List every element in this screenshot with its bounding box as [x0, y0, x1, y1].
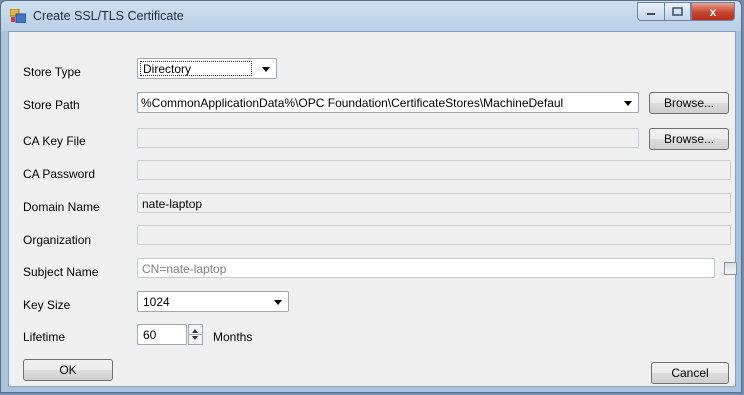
maximize-button[interactable]: [664, 2, 691, 21]
dialog-body: Store Type Directory Store Path %CommonA…: [8, 31, 737, 387]
lifetime-label: Lifetime: [23, 330, 66, 344]
spin-up-icon[interactable]: [192, 329, 198, 333]
domain-name-label: Domain Name: [23, 200, 100, 214]
spin-down-icon[interactable]: [192, 336, 198, 340]
close-icon: x: [709, 4, 717, 19]
lifetime-value: 60: [143, 328, 157, 342]
lifetime-spinner[interactable]: [188, 324, 203, 345]
organization-field[interactable]: [137, 225, 731, 245]
store-type-label: Store Type: [23, 65, 81, 79]
organization-label: Organization: [23, 233, 92, 247]
chevron-down-icon: [624, 101, 632, 106]
certificate-app-icon: [10, 9, 26, 23]
subject-name-value: CN=nate-laptop: [142, 262, 227, 276]
key-size-dropdown[interactable]: 1024: [137, 291, 289, 312]
subject-name-checkbox[interactable]: [724, 262, 737, 275]
chevron-down-icon: [274, 300, 282, 305]
close-button[interactable]: x: [691, 2, 735, 21]
minimize-button[interactable]: [637, 2, 664, 21]
ca-password-label: CA Password: [23, 167, 96, 181]
minimize-icon: [647, 12, 655, 15]
lifetime-input[interactable]: 60: [137, 324, 187, 345]
key-size-label: Key Size: [23, 298, 71, 312]
domain-name-value: nate-laptop: [142, 197, 203, 211]
store-type-dropdown[interactable]: Directory: [137, 58, 277, 79]
ca-key-file-browse-button[interactable]: Browse...: [649, 128, 729, 150]
lifetime-unit: Months: [213, 330, 253, 344]
ca-key-file-label: CA Key File: [23, 134, 86, 148]
subject-name-label: Subject Name: [23, 265, 99, 279]
chevron-down-icon: [262, 67, 270, 72]
maximize-icon: [672, 7, 683, 16]
dialog-window: Create SSL/TLS Certificate x Store Type …: [0, 0, 742, 393]
domain-name-field[interactable]: nate-laptop: [137, 193, 731, 213]
window-title: Create SSL/TLS Certificate: [33, 9, 184, 23]
store-path-browse-button[interactable]: Browse...: [649, 92, 729, 114]
subject-name-field[interactable]: CN=nate-laptop: [137, 258, 715, 278]
store-type-value: Directory: [143, 62, 192, 76]
title-bar[interactable]: Create SSL/TLS Certificate x: [1, 1, 741, 31]
store-path-value: %CommonApplicationData%\OPC Foundation\C…: [141, 96, 564, 110]
ca-key-file-field[interactable]: [137, 128, 639, 148]
ca-password-field[interactable]: [137, 160, 731, 180]
key-size-value: 1024: [143, 295, 170, 309]
ok-button[interactable]: OK: [23, 359, 113, 381]
cancel-button[interactable]: Cancel: [651, 362, 729, 384]
store-path-dropdown[interactable]: %CommonApplicationData%\OPC Foundation\C…: [137, 92, 639, 113]
store-path-label: Store Path: [23, 98, 80, 112]
